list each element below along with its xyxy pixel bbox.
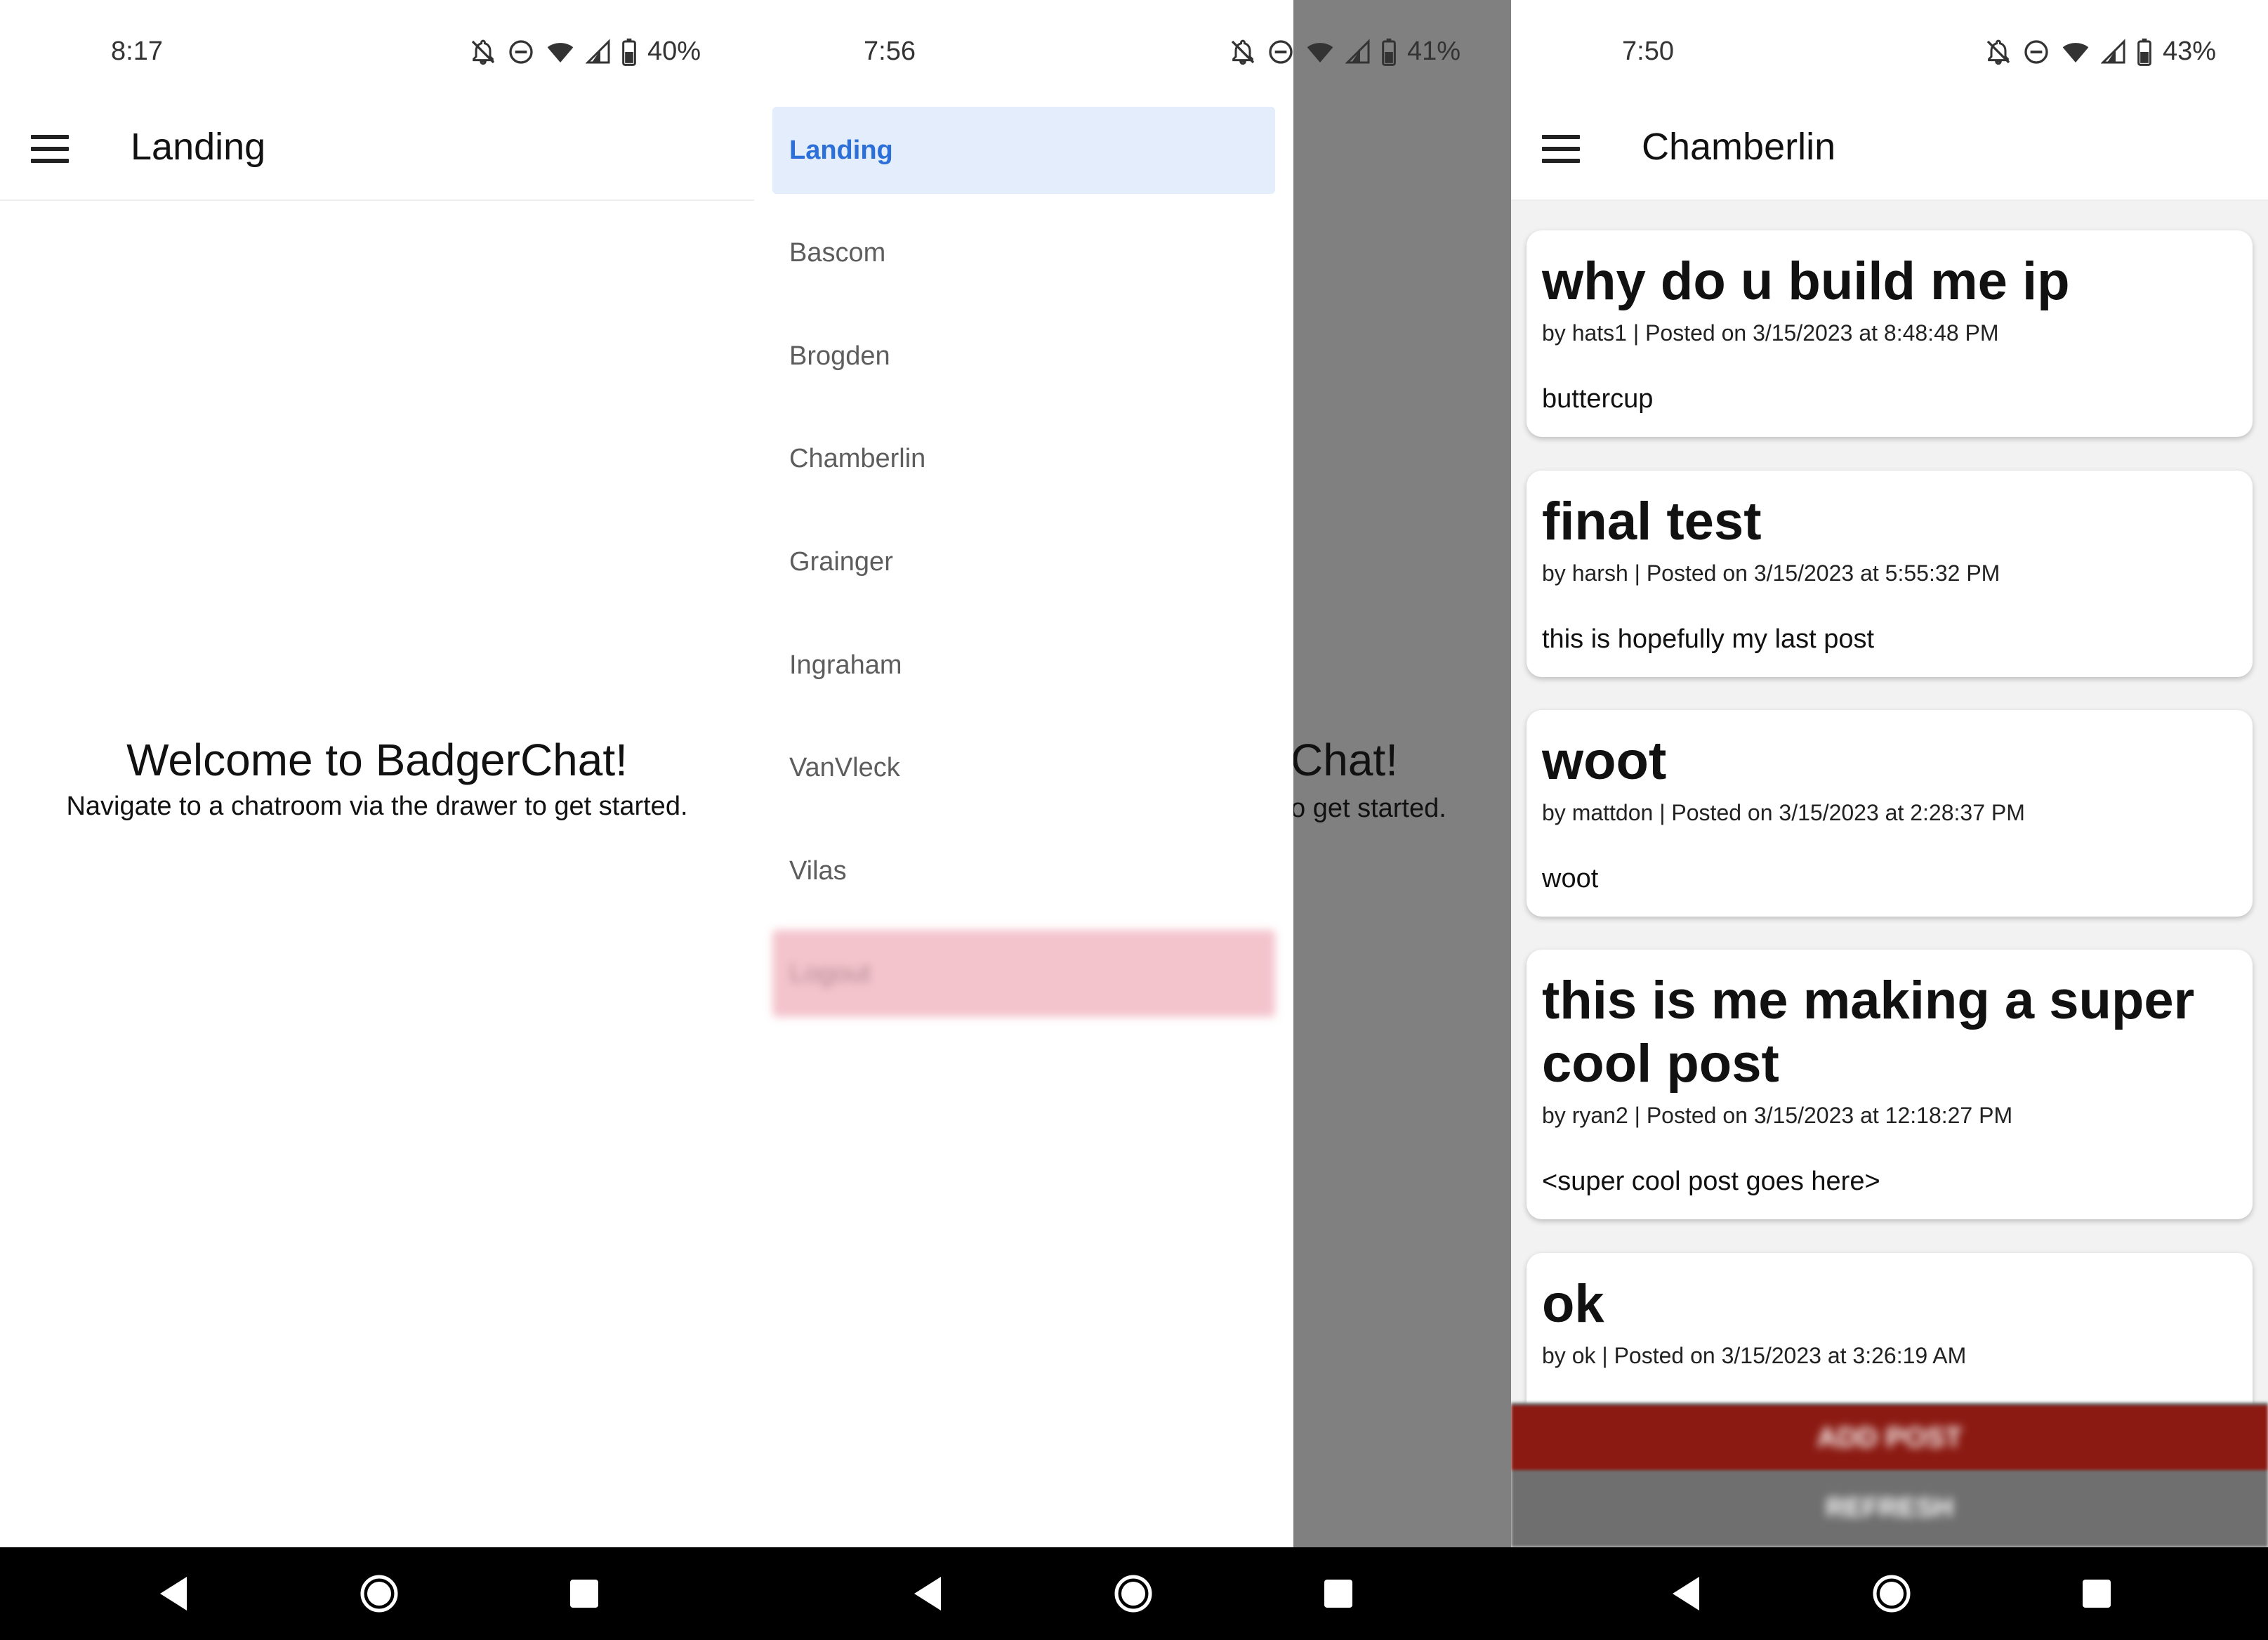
- post-body: <super cool post goes here>: [1542, 1167, 1880, 1196]
- signal-icon: [586, 38, 610, 63]
- post-title: why do u build me ip: [1542, 251, 2070, 311]
- post-title: this is me making a super cool post: [1542, 971, 2195, 1094]
- post-card: why do u build me ip by hats1 | Posted o…: [1527, 230, 2253, 437]
- drawer-item-landing[interactable]: Landing: [772, 107, 1275, 194]
- home-icon[interactable]: [1114, 1574, 1153, 1613]
- drawer-item-vanvleck[interactable]: VanVleck: [772, 724, 1275, 811]
- home-icon[interactable]: [1872, 1574, 1911, 1613]
- wifi-icon: [2062, 42, 2089, 63]
- status-bar: 8:17 40%: [0, 0, 754, 105]
- welcome-subtitle: Navigate to a chatroom via the drawer to…: [66, 792, 688, 821]
- drawer-screen: Chat! o get started. 7:56 41% Landing Ba…: [754, 0, 1511, 1640]
- background-welcome-title: Chat!: [1293, 735, 1398, 785]
- welcome-message: Welcome to BadgerChat! Navigate to a cha…: [0, 734, 754, 822]
- recents-icon[interactable]: [2080, 1574, 2114, 1613]
- post-card: this is me making a super cool post by r…: [1527, 950, 2253, 1219]
- drawer-item-bascom[interactable]: Bascom: [772, 209, 1275, 296]
- app-bar: Chamberlin: [1511, 105, 2268, 201]
- drawer-item-brogden[interactable]: Brogden: [772, 313, 1275, 400]
- add-post-button[interactable]: ADD POST: [1511, 1405, 2268, 1470]
- notifications-off-icon: [1986, 39, 2010, 65]
- drawer-item-ingraham[interactable]: Ingraham: [772, 622, 1275, 709]
- post-actions: ADD POST REFRESH: [1511, 1403, 2268, 1547]
- post-title: ok: [1542, 1274, 1604, 1334]
- drawer-item-logout[interactable]: Logout: [772, 930, 1275, 1017]
- drawer-item-grainger[interactable]: Grainger: [772, 518, 1275, 605]
- back-icon[interactable]: [1668, 1574, 1701, 1613]
- do-not-disturb-icon: [1269, 39, 1293, 64]
- page-title: Landing: [131, 126, 266, 168]
- app-bar: Landing: [0, 105, 754, 201]
- system-nav-bar: [0, 1547, 754, 1640]
- system-nav-bar: [754, 1547, 1511, 1640]
- drawer-scrim[interactable]: Chat! o get started.: [1293, 0, 1511, 1547]
- battery-icon: [2137, 38, 2151, 66]
- navigation-drawer: Landing Bascom Brogden Chamberlin Graing…: [754, 105, 1293, 1547]
- system-nav-bar: [1511, 1547, 2268, 1640]
- do-not-disturb-icon: [509, 39, 533, 64]
- battery-icon: [622, 38, 636, 66]
- signal-icon: [1345, 38, 1370, 63]
- post-card: final test by harsh | Posted on 3/15/202…: [1527, 471, 2253, 677]
- battery-percent: 41%: [1407, 37, 1461, 66]
- notifications-off-icon: [471, 39, 495, 65]
- menu-icon[interactable]: [31, 135, 69, 163]
- recents-icon[interactable]: [1321, 1574, 1355, 1613]
- post-meta: by ok | Posted on 3/15/2023 at 3:26:19 A…: [1542, 1343, 1967, 1368]
- do-not-disturb-icon: [2024, 39, 2048, 64]
- home-icon[interactable]: [360, 1574, 399, 1613]
- battery-icon: [1382, 38, 1396, 66]
- recents-icon[interactable]: [567, 1574, 601, 1613]
- post-title: final test: [1542, 492, 1762, 551]
- post-body: buttercup: [1542, 384, 1654, 414]
- page-title: Chamberlin: [1642, 126, 1836, 168]
- post-meta: by ryan2 | Posted on 3/15/2023 at 12:18:…: [1542, 1103, 2013, 1128]
- back-icon[interactable]: [156, 1574, 188, 1613]
- refresh-button[interactable]: REFRESH: [1511, 1480, 2268, 1536]
- post-title: woot: [1542, 731, 1667, 791]
- status-bar: 7:50 43%: [1511, 0, 2268, 105]
- status-time: 7:56: [864, 37, 916, 66]
- status-time: 8:17: [111, 37, 163, 66]
- status-time: 7:50: [1622, 37, 1674, 66]
- drawer-item-chamberlin[interactable]: Chamberlin: [772, 415, 1275, 502]
- notifications-off-icon: [1231, 39, 1255, 65]
- post-meta: by hats1 | Posted on 3/15/2023 at 8:48:4…: [1542, 320, 1999, 346]
- battery-percent: 43%: [2163, 37, 2217, 66]
- post-body: woot: [1542, 864, 1599, 893]
- battery-percent: 40%: [647, 37, 701, 66]
- background-welcome-subtitle: o get started.: [1293, 794, 1446, 823]
- post-body: this is hopefully my last post: [1542, 624, 1875, 654]
- signal-icon: [2101, 38, 2125, 63]
- welcome-title: Welcome to BadgerChat!: [126, 735, 628, 785]
- back-icon[interactable]: [910, 1574, 942, 1613]
- menu-icon[interactable]: [1542, 135, 1580, 163]
- wifi-icon: [547, 42, 574, 63]
- drawer-item-vilas[interactable]: Vilas: [772, 827, 1275, 914]
- post-meta: by harsh | Posted on 3/15/2023 at 5:55:3…: [1542, 560, 2000, 586]
- wifi-icon: [1307, 42, 1333, 63]
- post-meta: by mattdon | Posted on 3/15/2023 at 2:28…: [1542, 800, 2025, 825]
- status-bar: 7:56 41%: [754, 0, 1511, 105]
- landing-screen: 8:17 40% Landing Welcome to BadgerChat! …: [0, 0, 754, 1640]
- chamberlin-screen: 7:50 43% Chamberlin why do u build me ip…: [1511, 0, 2268, 1640]
- post-card: woot by mattdon | Posted on 3/15/2023 at…: [1527, 710, 2253, 917]
- post-feed[interactable]: why do u build me ip by hats1 | Posted o…: [1511, 201, 2268, 1547]
